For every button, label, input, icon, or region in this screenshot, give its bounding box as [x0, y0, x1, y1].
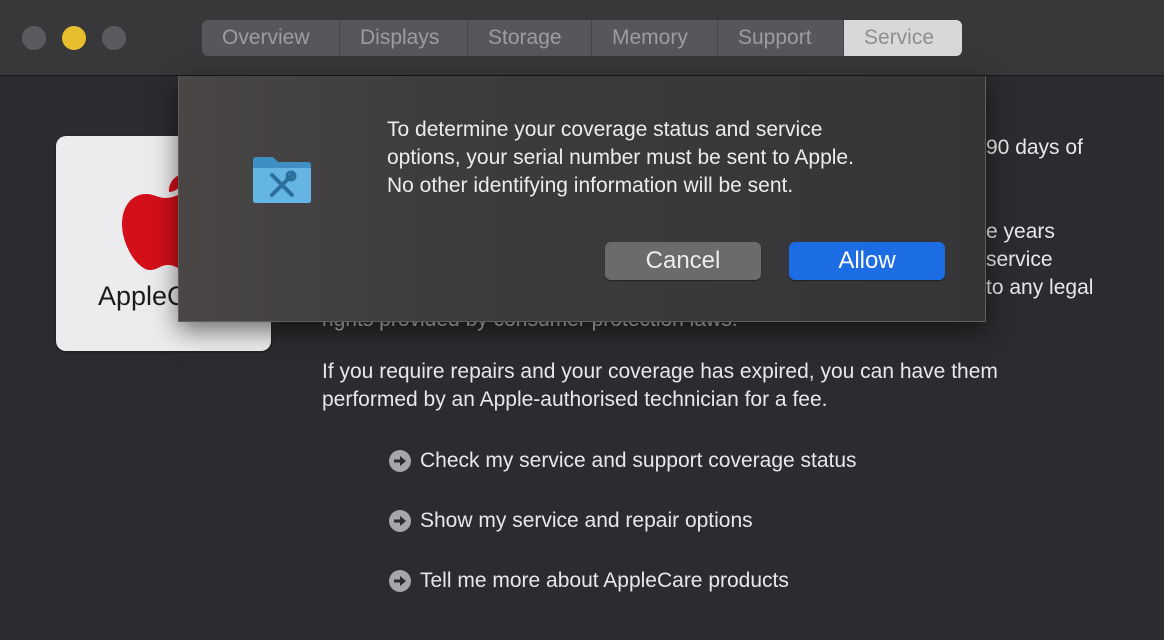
- link-check-coverage[interactable]: Check my service and support coverage st…: [388, 446, 857, 476]
- dialog-message: To determine your coverage status and se…: [387, 116, 947, 200]
- link-label[interactable]: Show my service and repair options: [420, 509, 753, 533]
- close-window-button[interactable]: [22, 26, 46, 50]
- minimize-window-button[interactable]: [62, 26, 86, 50]
- link-repair-options[interactable]: Show my service and repair options: [388, 506, 857, 536]
- tab-overview[interactable]: Overview: [202, 20, 340, 56]
- body-text-fragment: to any legal: [986, 276, 1094, 299]
- zoom-window-button[interactable]: [102, 26, 126, 50]
- body-text-fragment: e years: [986, 220, 1055, 243]
- service-links: Check my service and support coverage st…: [388, 446, 857, 626]
- cancel-button[interactable]: Cancel: [605, 242, 761, 280]
- tab-support[interactable]: Support: [718, 20, 844, 56]
- arrow-circle-icon: [389, 510, 411, 532]
- link-applecare-products[interactable]: Tell me more about AppleCare products: [388, 566, 857, 596]
- utilities-folder-icon: [253, 157, 311, 203]
- link-label[interactable]: Tell me more about AppleCare products: [420, 569, 789, 593]
- tab-memory[interactable]: Memory: [592, 20, 718, 56]
- tab-displays[interactable]: Displays: [340, 20, 468, 56]
- dialog-message-line: No other identifying information will be…: [387, 174, 794, 197]
- expired-coverage-paragraph-line-2: performed by an Apple-authorised technic…: [322, 388, 828, 411]
- expired-coverage-paragraph-line-1: If you require repairs and your coverage…: [322, 360, 998, 383]
- segmented-tab-bar: Overview Displays Storage Memory Support…: [202, 20, 962, 56]
- body-text-fragment: service: [986, 248, 1053, 271]
- title-bar: Overview Displays Storage Memory Support…: [0, 0, 1164, 76]
- dialog-message-line: options, your serial number must be sent…: [387, 146, 854, 169]
- allow-button[interactable]: Allow: [789, 242, 945, 280]
- tab-service[interactable]: Service: [844, 20, 962, 56]
- arrow-circle-icon: [389, 570, 411, 592]
- dialog-message-line: To determine your coverage status and se…: [387, 118, 823, 141]
- permission-sheet-dialog: To determine your coverage status and se…: [178, 76, 986, 322]
- link-label[interactable]: Check my service and support coverage st…: [420, 449, 857, 473]
- arrow-circle-icon: [389, 450, 411, 472]
- tab-storage[interactable]: Storage: [468, 20, 592, 56]
- body-text-fragment: 90 days of: [986, 136, 1083, 159]
